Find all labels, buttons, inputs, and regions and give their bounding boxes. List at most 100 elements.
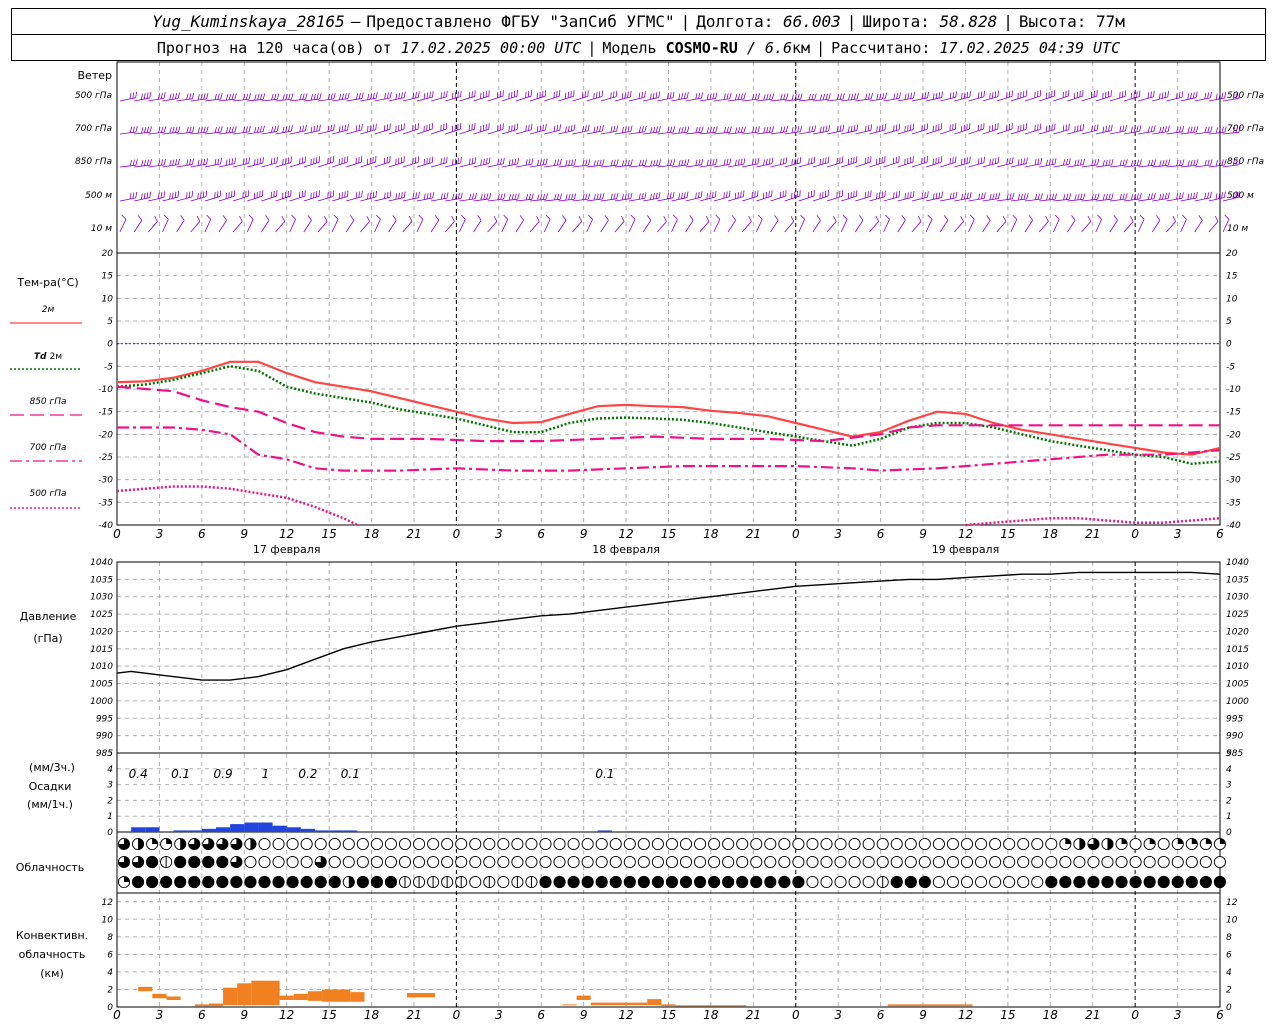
wind-barb	[784, 190, 801, 202]
temp-tick-right: -40	[1226, 521, 1241, 531]
cloud-symbol	[778, 875, 791, 889]
wind-barb-shaft	[756, 163, 773, 168]
wind-barb-feather	[1087, 215, 1092, 222]
wind-barb-feather	[941, 191, 943, 198]
wind-barb-feather	[893, 125, 895, 132]
cloud-symbol	[174, 875, 187, 889]
cloud-symbol	[1073, 855, 1086, 869]
wind-barb-feather	[1023, 158, 1026, 165]
wind-barb-feather	[952, 192, 955, 199]
wind-barb-feather	[700, 191, 703, 198]
wind-barb-feather	[729, 158, 732, 165]
wind-barb-feather	[610, 193, 613, 200]
wind-barb-feather	[771, 157, 774, 164]
cloud-symbol	[1157, 875, 1170, 889]
wind-barb-feather	[1147, 160, 1151, 167]
wind-barb-feather	[587, 124, 590, 131]
cloud-circle	[708, 837, 721, 851]
wind-barb	[501, 90, 518, 102]
wind-barb-shaft	[643, 97, 659, 102]
wind-barb-feather	[627, 159, 630, 166]
cloud-overcast	[188, 855, 201, 869]
wind-barb-shaft	[855, 196, 871, 202]
wind-barb-shaft	[430, 220, 440, 233]
cloud-circle	[525, 855, 538, 869]
wind-barb-feather	[203, 93, 206, 100]
wind-barb-feather	[146, 92, 149, 99]
wind-barb-shaft	[317, 195, 334, 202]
wind-barb	[119, 214, 127, 233]
wind-barb	[982, 157, 1000, 168]
cloud-symbol	[1045, 855, 1058, 869]
wind-barb-feather	[516, 123, 519, 130]
wind-barb-shaft	[1081, 129, 1098, 135]
cloud-circle	[328, 855, 341, 869]
wind-barb-feather	[624, 92, 626, 99]
wind-barb-feather	[723, 192, 725, 199]
wind-barb	[246, 214, 254, 233]
wind-barb-shaft	[204, 219, 212, 233]
cloud-circle	[342, 837, 355, 851]
wind-barb-feather	[446, 156, 448, 163]
wind-barb-feather	[681, 192, 683, 199]
cloud-symbol	[286, 855, 299, 869]
hour-tick-bottom: 21	[406, 1008, 421, 1022]
cloud-symbol	[890, 855, 903, 869]
cloud-symbol	[356, 837, 369, 851]
wind-barb-feather	[997, 90, 999, 97]
cloud-overcast	[679, 875, 693, 889]
wind-barb-feather	[980, 91, 983, 98]
wind-barb-feather	[205, 190, 208, 197]
wind-barb-feather	[339, 93, 342, 101]
wind-barb-shaft	[529, 95, 546, 102]
wind-barb-feather	[503, 214, 509, 220]
wind-barb-shaft	[1166, 164, 1183, 168]
wind-barb-feather	[839, 125, 842, 132]
wind-barb-shaft	[614, 198, 631, 202]
wind-barb-feather	[426, 158, 428, 165]
wind-barb-feather	[1179, 159, 1182, 166]
wind-barb-feather	[754, 93, 758, 100]
wind-barb-feather	[754, 158, 757, 165]
cloud-circle	[595, 837, 608, 851]
wind-barb-feather	[828, 93, 831, 100]
wind-barb-shaft	[1038, 221, 1049, 233]
wind-barb	[261, 156, 278, 168]
cloud-symbol	[609, 875, 622, 889]
wind-barb	[473, 215, 482, 233]
precip-bar	[244, 822, 259, 832]
wind-barb-feather	[174, 92, 178, 100]
cloud-overcast	[174, 875, 187, 889]
wind-barb-feather	[372, 191, 375, 198]
wind-barb-feather	[757, 93, 760, 100]
hour-tick-bottom: 6	[1216, 1008, 1224, 1022]
wind-barb-feather	[1156, 215, 1161, 221]
wind-barb-shaft	[1109, 96, 1126, 102]
wind-barb	[600, 90, 618, 102]
wind-barb-feather	[822, 126, 825, 133]
wind-barb-feather	[927, 214, 933, 220]
wind-barb-feather	[1048, 125, 1050, 132]
wind-barb-shaft	[798, 130, 815, 135]
wind-barb	[119, 126, 138, 135]
wind-barb-feather	[471, 193, 475, 200]
legend-label-t850: 850 гПа	[29, 397, 66, 407]
wind-barb-feather	[726, 93, 729, 100]
wind-barb-feather	[1011, 157, 1014, 164]
wind-barb-feather	[610, 126, 613, 133]
wind-title: Ветер	[78, 69, 112, 82]
wind-barb-feather	[248, 214, 254, 220]
wind-barb-shaft	[416, 197, 433, 202]
wind-barb-feather	[1065, 158, 1068, 165]
wind-barb-feather	[291, 214, 296, 220]
hour-tick-bottom: 6	[198, 1008, 206, 1022]
cloud-symbol	[469, 837, 482, 851]
wind-barb-shaft	[529, 221, 540, 233]
wind-barb-feather	[1150, 91, 1152, 98]
wind-level-label-left: 500 м	[85, 191, 112, 201]
wind-barb-shaft	[530, 164, 546, 168]
cloud-symbol	[1017, 855, 1030, 869]
wind-barb-feather	[452, 193, 455, 200]
cloud-circle	[455, 837, 468, 851]
wind-barb-shaft	[1138, 96, 1154, 102]
